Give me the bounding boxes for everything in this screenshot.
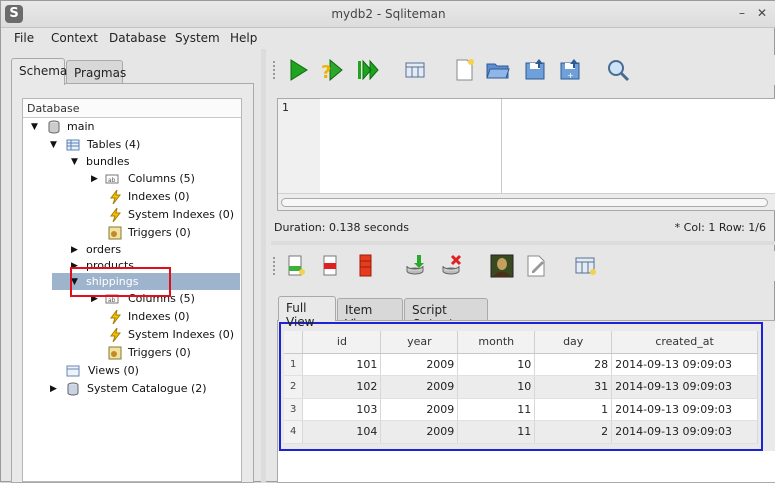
tab-script-output[interactable]: Script Output	[404, 298, 488, 331]
search-icon[interactable]	[605, 57, 631, 83]
toolbar-grip[interactable]	[273, 61, 277, 79]
lightning-icon	[110, 310, 122, 324]
save-as-icon[interactable]: +	[557, 57, 583, 83]
open-file-icon[interactable]	[485, 57, 511, 83]
editor-divider	[501, 99, 502, 193]
expand-down-icon[interactable]: ▼	[31, 118, 41, 136]
run-script-icon[interactable]	[355, 57, 381, 83]
menu-system[interactable]: System	[175, 31, 220, 45]
grid-empty-area	[278, 451, 775, 482]
vertical-splitter[interactable]	[261, 49, 266, 483]
expand-down-icon[interactable]: ▼	[71, 153, 81, 171]
line-number: 1	[282, 101, 289, 114]
svg-text:ab: ab	[108, 297, 116, 304]
delete-row-icon[interactable]	[318, 253, 344, 279]
trigger-icon	[108, 346, 122, 360]
line-number-gutter: 1	[278, 99, 320, 193]
svg-text:+: +	[567, 71, 574, 80]
save-icon[interactable]	[522, 57, 548, 83]
database-icon	[48, 120, 60, 134]
sql-toolbar: ? +	[271, 55, 775, 85]
expand-down-icon[interactable]: ▼	[50, 136, 60, 154]
truncate-table-icon[interactable]	[353, 253, 379, 279]
lightning-icon	[110, 328, 122, 342]
window-title: mydb2 - Sqliteman	[331, 7, 446, 21]
run-sql-icon[interactable]	[285, 57, 311, 83]
insert-row-icon[interactable]	[283, 253, 309, 279]
table-icon	[66, 139, 80, 151]
menu-file[interactable]: File	[14, 31, 34, 45]
expand-right-icon[interactable]: ▶	[91, 170, 101, 188]
sql-editor[interactable]: 1	[277, 98, 775, 211]
title-bar: S mydb2 - Sqliteman – ✕	[1, 1, 775, 28]
columns-icon: ab	[105, 174, 119, 184]
cursor-position-status: * Col: 1 Row: 1/6	[674, 221, 766, 234]
horizontal-splitter[interactable]	[271, 241, 775, 245]
tab-item-view[interactable]: Item View	[337, 298, 403, 331]
lightning-icon	[110, 190, 122, 204]
trigger-icon	[108, 226, 122, 240]
editor-horizontal-scrollbar[interactable]	[278, 193, 775, 210]
explain-query-icon[interactable]: ?	[320, 57, 346, 83]
new-file-icon[interactable]	[451, 57, 477, 83]
table-view-icon[interactable]	[573, 253, 599, 279]
data-toolbar	[271, 251, 775, 281]
lightning-icon	[110, 208, 122, 222]
red-highlight-box	[70, 267, 171, 297]
tab-schema[interactable]: Schema	[11, 58, 67, 85]
svg-text:?: ?	[321, 62, 331, 83]
tab-pragmas[interactable]: Pragmas	[66, 60, 126, 84]
application-window: S mydb2 - Sqliteman – ✕ File Context Dat…	[0, 0, 775, 483]
rollback-icon[interactable]	[439, 253, 465, 279]
tab-full-view[interactable]: Full View	[278, 296, 336, 329]
svg-text:ab: ab	[108, 177, 116, 184]
menu-database[interactable]: Database	[109, 31, 166, 45]
blob-edit-icon[interactable]	[523, 253, 549, 279]
scrollbar-thumb[interactable]	[281, 198, 768, 207]
commit-icon[interactable]	[403, 253, 429, 279]
close-icon[interactable]: ✕	[754, 5, 770, 21]
duration-status: Duration: 0.138 seconds	[274, 221, 409, 234]
view-icon	[66, 365, 80, 377]
catalogue-icon	[67, 382, 79, 396]
menu-context[interactable]: Context	[51, 31, 98, 45]
minimize-icon[interactable]: –	[734, 5, 750, 21]
blue-highlight-box	[279, 322, 763, 451]
expand-right-icon[interactable]: ▶	[50, 380, 60, 398]
query-builder-icon[interactable]	[402, 57, 428, 83]
toolbar-grip[interactable]	[273, 257, 277, 275]
menu-bar: File Context Database System Help	[1, 28, 775, 49]
tree-header: Database	[23, 99, 241, 118]
image-preview-icon[interactable]	[489, 253, 515, 279]
menu-help[interactable]: Help	[230, 31, 257, 45]
